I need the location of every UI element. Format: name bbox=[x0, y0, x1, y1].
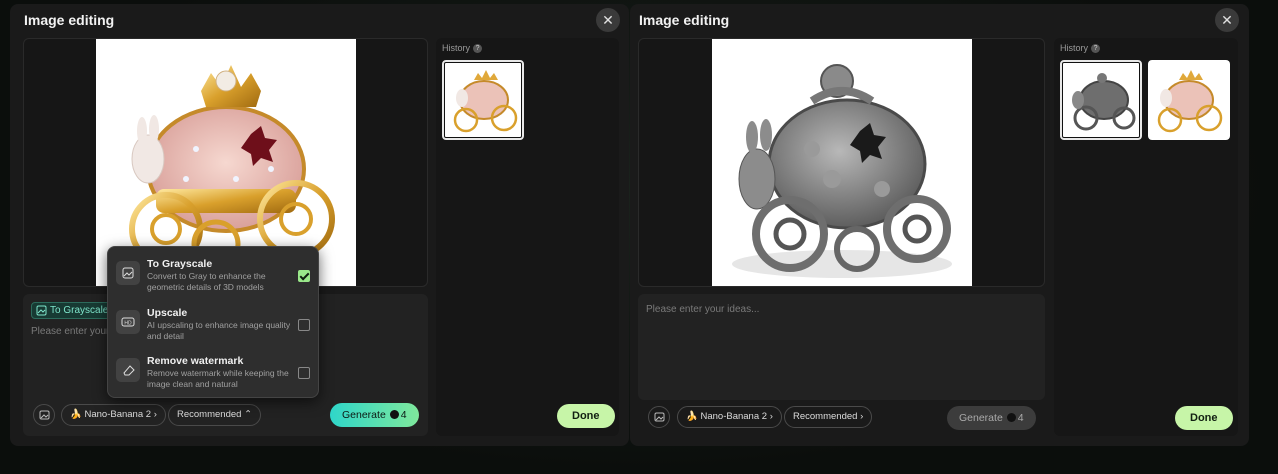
help-icon[interactable]: ? bbox=[473, 44, 483, 54]
image-editing-dialog-left: Image editing ✕ History ? To Grayscale P… bbox=[10, 4, 629, 446]
generate-button[interactable]: Generate 4 bbox=[330, 403, 419, 427]
eraser-icon bbox=[116, 358, 140, 382]
upscale-icon: HD bbox=[116, 310, 140, 334]
model-label: Nano-Banana 2 bbox=[700, 411, 768, 422]
model-label: Nano-Banana 2 bbox=[84, 409, 152, 420]
coin-icon bbox=[389, 410, 399, 419]
checkbox-icon[interactable] bbox=[298, 270, 310, 282]
history-panel: History? bbox=[1054, 38, 1238, 436]
preset-label: Recommended bbox=[793, 411, 858, 422]
banana-icon: 🍌 bbox=[686, 411, 698, 422]
checkbox-icon[interactable] bbox=[298, 367, 310, 379]
carriage-photo-grayscale bbox=[712, 39, 972, 286]
dialog-title: Image editing bbox=[24, 12, 115, 28]
checkbox-icon[interactable] bbox=[298, 319, 310, 331]
grayscale-icon bbox=[116, 261, 140, 285]
chevron-right-icon: › bbox=[153, 409, 157, 420]
option-description: Remove watermark while keeping the image… bbox=[147, 368, 289, 389]
help-icon[interactable]: ? bbox=[1091, 44, 1101, 54]
history-panel: History? bbox=[436, 38, 619, 436]
grayscale-tag-label: To Grayscale bbox=[50, 305, 109, 316]
image-icon bbox=[39, 410, 50, 420]
chevron-right-icon: › bbox=[860, 411, 864, 422]
prompt-input[interactable]: Please enter your ideas... bbox=[646, 304, 759, 315]
chevron-up-icon: ⌃ bbox=[244, 409, 253, 420]
option-description: AI upscaling to enhance image quality an… bbox=[147, 320, 291, 341]
option-title: To Grayscale bbox=[147, 258, 213, 270]
image-editing-dialog-right: Image editing ✕ History ? Please enter y… bbox=[630, 4, 1249, 446]
option-description: Convert to Gray to enhance the geometric… bbox=[147, 271, 266, 292]
close-button[interactable]: ✕ bbox=[1215, 8, 1239, 32]
history-label: History? bbox=[442, 43, 483, 54]
banana-icon: 🍌 bbox=[70, 409, 82, 420]
upload-image-button[interactable] bbox=[648, 406, 670, 428]
upload-image-button[interactable] bbox=[33, 404, 55, 426]
generate-button[interactable]: Generate 4 bbox=[947, 406, 1036, 430]
generate-label: Generate bbox=[342, 409, 386, 421]
edit-options-menu: To Grayscale Convert to Gray to enhance … bbox=[107, 246, 319, 398]
model-selector[interactable]: 🍌 Nano-Banana 2 › bbox=[677, 406, 782, 428]
menu-option-upscale[interactable]: HD Upscale AI upscaling to enhance image… bbox=[108, 304, 318, 352]
prompt-area[interactable]: Please enter your ideas... bbox=[638, 294, 1045, 400]
history-thumbnail-color[interactable] bbox=[442, 60, 524, 140]
option-title: Upscale bbox=[147, 307, 188, 319]
preset-selector[interactable]: Recommended ⌃ bbox=[168, 404, 262, 426]
dialog-title: Image editing bbox=[639, 12, 730, 28]
done-button[interactable]: Done bbox=[1175, 406, 1233, 430]
menu-option-remove-watermark[interactable]: Remove watermark Remove watermark while … bbox=[108, 352, 318, 400]
history-label: History? bbox=[1060, 43, 1101, 54]
done-button[interactable]: Done bbox=[557, 404, 615, 428]
history-thumbnail-color[interactable] bbox=[1148, 60, 1230, 140]
history-thumbnail-grayscale[interactable] bbox=[1060, 60, 1142, 140]
option-title: Remove watermark bbox=[147, 355, 244, 367]
generate-cost: 4 bbox=[400, 409, 407, 421]
preset-label: Recommended bbox=[177, 409, 242, 420]
coin-icon bbox=[1006, 413, 1016, 422]
close-button[interactable]: ✕ bbox=[596, 8, 620, 32]
image-viewer bbox=[638, 38, 1045, 287]
image-icon bbox=[36, 305, 47, 316]
svg-text:HD: HD bbox=[124, 321, 132, 327]
grayscale-tag[interactable]: To Grayscale bbox=[31, 302, 114, 319]
menu-option-grayscale[interactable]: To Grayscale Convert to Gray to enhance … bbox=[108, 255, 318, 303]
preset-selector[interactable]: Recommended › bbox=[784, 406, 873, 428]
generate-label: Generate bbox=[959, 412, 1003, 424]
model-selector[interactable]: 🍌 Nano-Banana 2 › bbox=[61, 404, 166, 426]
chevron-right-icon: › bbox=[769, 411, 773, 422]
image-icon bbox=[654, 412, 665, 422]
generate-cost: 4 bbox=[1017, 412, 1024, 424]
